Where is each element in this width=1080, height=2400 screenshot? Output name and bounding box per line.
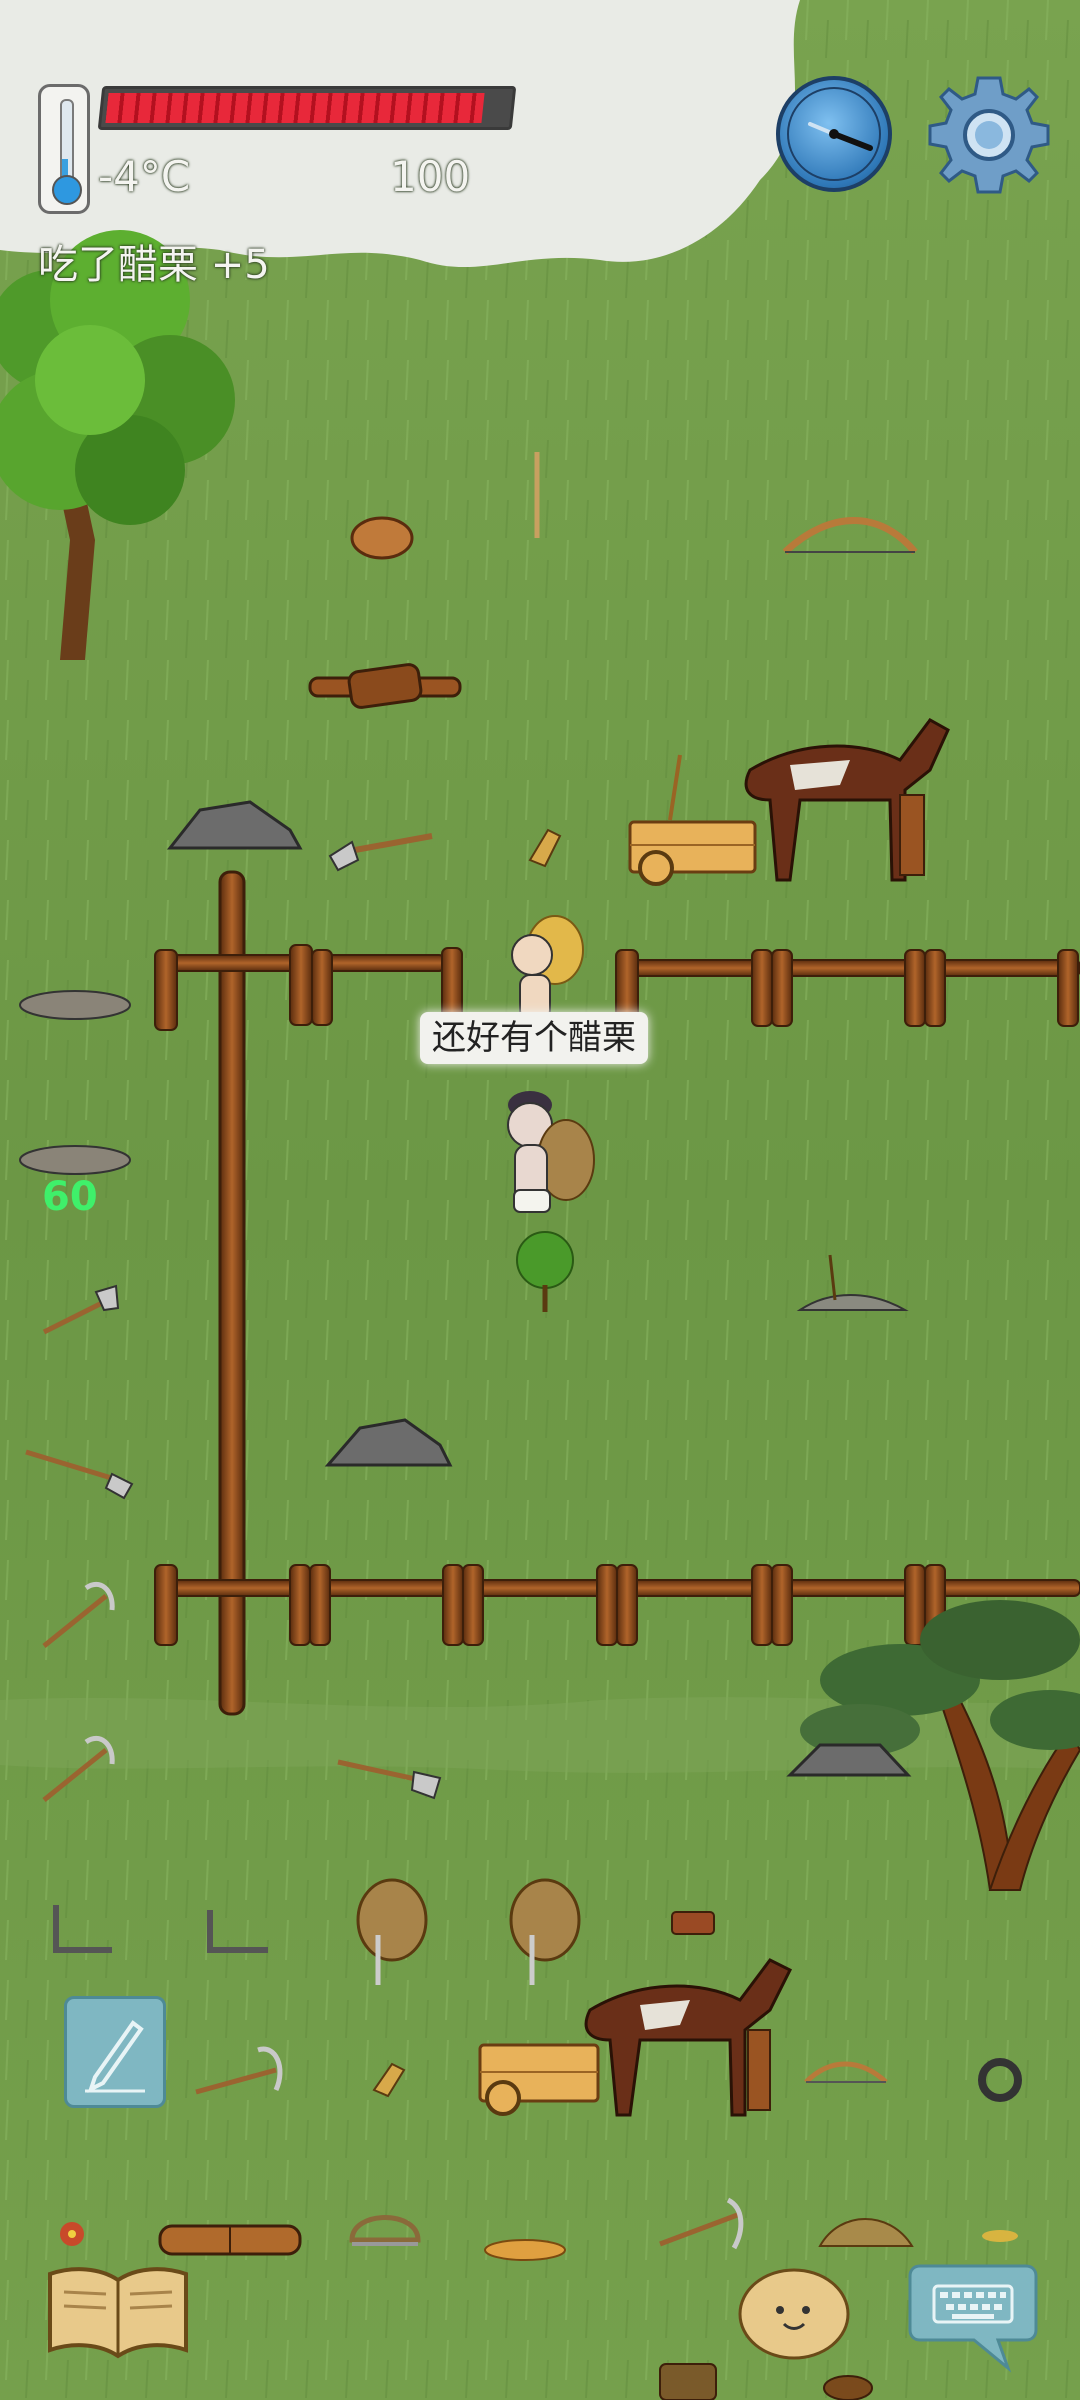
event-message: 吃了醋栗 +5 (38, 242, 270, 288)
bowl[interactable] (823, 2375, 873, 2400)
dead-rabbit[interactable] (19, 1145, 131, 1175)
basket[interactable] (659, 2363, 717, 2400)
snow-patch (0, 0, 800, 268)
health-bar-fill (105, 93, 485, 123)
book-icon[interactable] (44, 2262, 192, 2362)
compass-icon[interactable] (776, 76, 892, 192)
food-value-label: 100 (390, 152, 471, 201)
dead-rabbit[interactable] (19, 990, 131, 1020)
health-bar (97, 86, 517, 130)
log-pile[interactable] (158, 2224, 302, 2256)
thermometer-icon (38, 84, 90, 214)
copper-ore[interactable] (350, 516, 414, 560)
temperature-label: -4°C (98, 152, 191, 201)
keyboard-icon[interactable] (908, 2256, 1038, 2376)
gear-icon[interactable] (926, 72, 1052, 198)
bread-loaves[interactable] (484, 2239, 566, 2261)
seeds[interactable] (982, 2230, 1018, 2242)
speech-bubble: 还好有个醋栗 (420, 1012, 648, 1064)
flower[interactable] (60, 2222, 84, 2246)
face-icon[interactable] (736, 2262, 852, 2362)
floating-number: 60 (42, 1174, 98, 1220)
wood-plank[interactable] (671, 1911, 715, 1935)
pencil-icon[interactable] (64, 1996, 166, 2108)
